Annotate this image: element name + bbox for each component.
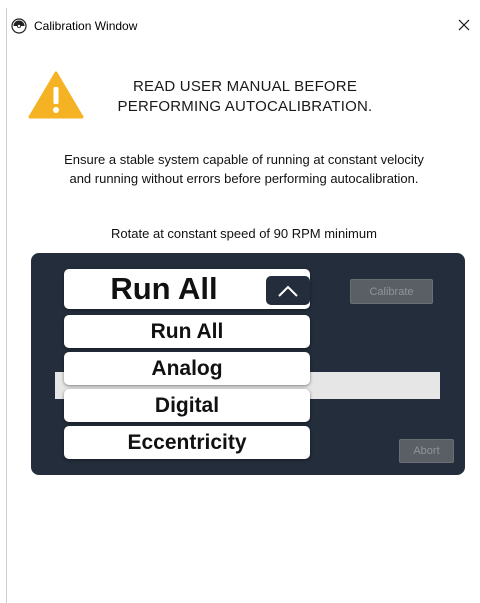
instructions-line-1: Ensure a stable system capable of runnin… (64, 152, 424, 167)
window-title: Calibration Window (34, 19, 138, 33)
speed-instruction: Rotate at constant speed of 90 RPM minim… (111, 226, 377, 241)
stability-instructions: Ensure a stable system capable of runnin… (7, 150, 480, 188)
app-logo-icon (11, 18, 27, 34)
warning-line-1: READ USER MANUAL BEFORE (132, 78, 358, 95)
chevron-up-icon (278, 285, 298, 297)
abort-button[interactable]: Abort (399, 439, 454, 463)
warning-message: READ USER MANUAL BEFORE PERFORMING AUTOC… (95, 77, 395, 117)
close-button[interactable] (447, 10, 480, 40)
warning-triangle-icon (28, 71, 84, 119)
mode-dropdown[interactable]: Run All (64, 269, 310, 309)
title-bar: Calibration Window (7, 8, 480, 44)
dropdown-option-eccentricity[interactable]: Eccentricity (64, 426, 310, 459)
instructions-line-2: and running without errors before perfor… (69, 171, 419, 186)
dropdown-toggle-button[interactable] (266, 276, 310, 305)
dropdown-option-digital[interactable]: Digital (64, 389, 310, 422)
dropdown-option-run-all[interactable]: Run All (64, 315, 310, 348)
warning-line-2: PERFORMING AUTOCALIBRATION. (117, 98, 373, 115)
calibration-window: Calibration Window READ USER MANUAL BEFO… (6, 8, 480, 603)
calibration-panel: Calibrate Abort Run All Run All Analog D… (31, 253, 465, 475)
close-icon (458, 19, 470, 31)
calibrate-button[interactable]: Calibrate (350, 279, 433, 304)
dropdown-option-analog[interactable]: Analog (64, 352, 310, 385)
dropdown-selected-value: Run All (110, 271, 218, 306)
